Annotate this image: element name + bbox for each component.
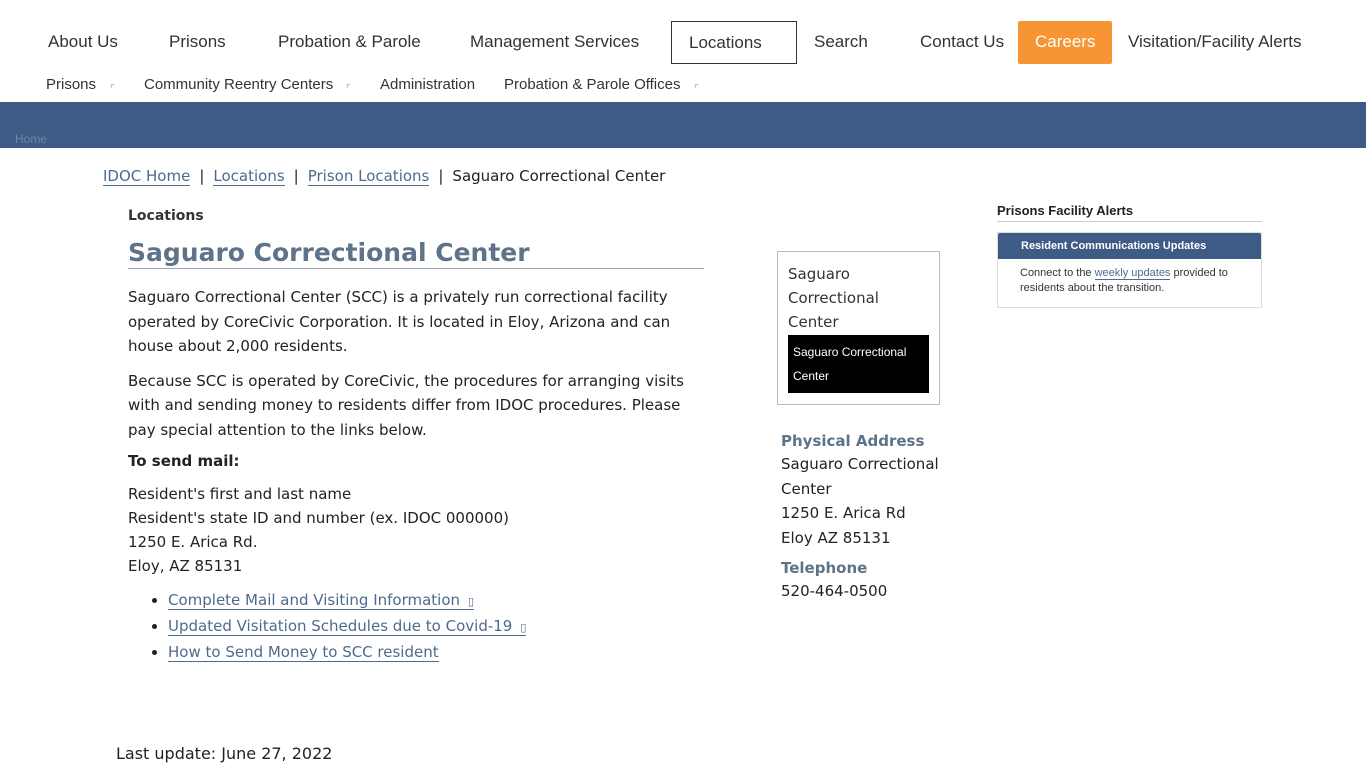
image-caption: Saguaro Correctional Center [788,335,929,393]
facility-alerts-panel: Prisons Facility Alerts Resident Communi… [997,203,1262,308]
link-visitation-schedules[interactable]: Updated Visitation Schedules due to Covi… [168,617,527,636]
subnav-community-reentry-centers[interactable]: Community Reentry Centers [144,76,333,93]
mail-line: Resident's state ID and number (ex. IDOC… [128,509,509,527]
alert-text: Connect to the [1020,267,1095,279]
subnav-administration[interactable]: Administration [380,76,475,93]
main-content: Locations Saguaro Correctional Center Sa… [128,208,704,665]
alert-card: Resident Communications Updates Connect … [997,232,1262,308]
procedures-paragraph: Because SCC is operated by CoreCivic, th… [128,371,684,439]
list-item: Updated Visitation Schedules due to Covi… [168,614,704,640]
mail-line: Resident's first and last name [128,485,352,503]
top-navigation: About Us Prisons Probation & Parole Mana… [0,0,1366,64]
nav-management-services[interactable]: Management Services [470,21,639,64]
nav-careers-button[interactable]: Careers [1018,21,1112,64]
intro-paragraph: Saguaro Correctional Center (SCC) is a p… [128,288,671,355]
list-item: How to Send Money to SCC resident [168,640,704,665]
link-send-money[interactable]: How to Send Money to SCC resident [168,643,439,662]
nav-about-us[interactable]: About Us [48,21,118,64]
breadcrumb-prison-locations[interactable]: Prison Locations [307,167,430,186]
corner-caret-icon[interactable]: ⌜ [110,84,115,95]
breadcrumb: IDOC Home | Locations | Prison Locations | Sag… [103,167,666,186]
send-mail-heading: To send mail: [128,452,240,470]
breadcrumb-separator: | [293,167,299,185]
subnav-prisons[interactable]: Prisons [46,76,96,93]
physical-address-heading: Physical Address [781,432,925,450]
alert-card-body: Connect to the weekly updates provided t… [998,259,1261,307]
link-label: Updated Visitation Schedules due to Covi… [168,617,513,635]
section-label: Locations [128,208,204,224]
page-title: Saguaro Correctional Center [128,238,704,269]
facility-image-card: Saguaro Correctional Center Saguaro Corr… [777,251,940,405]
link-label: How to Send Money to SCC resident [168,643,439,661]
alert-card-title[interactable]: Resident Communications Updates [998,233,1261,259]
resource-links: Complete Mail and Visiting Information▯ … [128,588,704,665]
breadcrumb-separator: | [199,167,205,185]
weekly-updates-link[interactable]: weekly updates [1094,267,1171,280]
subnav-probation-parole-offices[interactable]: Probation & Parole Offices [504,76,680,93]
link-label: Complete Mail and Visiting Information [168,591,461,609]
address-line: Eloy AZ 85131 [781,528,891,547]
last-update: Last update: June 27, 2022 [116,744,333,763]
facility-broken-image: Saguaro Correctional Center [788,265,879,331]
breadcrumb-locations[interactable]: Locations [213,167,285,186]
nav-visitation-alerts[interactable]: Visitation/Facility Alerts [1128,21,1302,64]
mail-line: 1250 E. Arica Rd. [128,533,258,551]
external-link-icon: ▯ [520,621,527,634]
telephone-number: 520-464-0500 [781,582,888,600]
alerts-title: Prisons Facility Alerts [997,203,1262,222]
nav-locations[interactable]: Locations [671,21,797,64]
header-banner: Home [0,104,1366,148]
breadcrumb-idoc-home[interactable]: IDOC Home [103,167,191,186]
mail-line: Eloy, AZ 85131 [128,557,243,575]
corner-caret-icon[interactable]: ⌜ [346,84,351,95]
nav-search[interactable]: Search [814,21,868,64]
external-link-icon: ▯ [468,595,475,608]
facility-contact-info: Physical Address Saguaro Correctional Ce… [781,430,951,604]
breadcrumb-separator: | [438,167,444,185]
list-item: Complete Mail and Visiting Information ▯ [168,588,704,614]
nav-probation-parole[interactable]: Probation & Parole [278,21,421,64]
breadcrumb-current: Saguaro Correctional Center [452,167,666,185]
home-logo-broken-image[interactable]: Home [15,132,47,146]
link-mail-visiting-info[interactable]: Complete Mail and Visiting Information ▯ [168,591,475,610]
nav-contact-us[interactable]: Contact Us [920,21,1004,64]
corner-caret-icon[interactable]: ⌜ [694,84,699,95]
address-line: 1250 E. Arica Rd [781,504,906,522]
address-line: Saguaro Correctional Center [781,455,939,498]
telephone-heading: Telephone [781,559,868,577]
mailing-address: Resident's first and last name Resident'… [128,482,704,578]
sub-navigation: Prisons ⌜ Community Reentry Centers ⌜ Ad… [0,64,1366,104]
nav-prisons[interactable]: Prisons [169,21,226,64]
